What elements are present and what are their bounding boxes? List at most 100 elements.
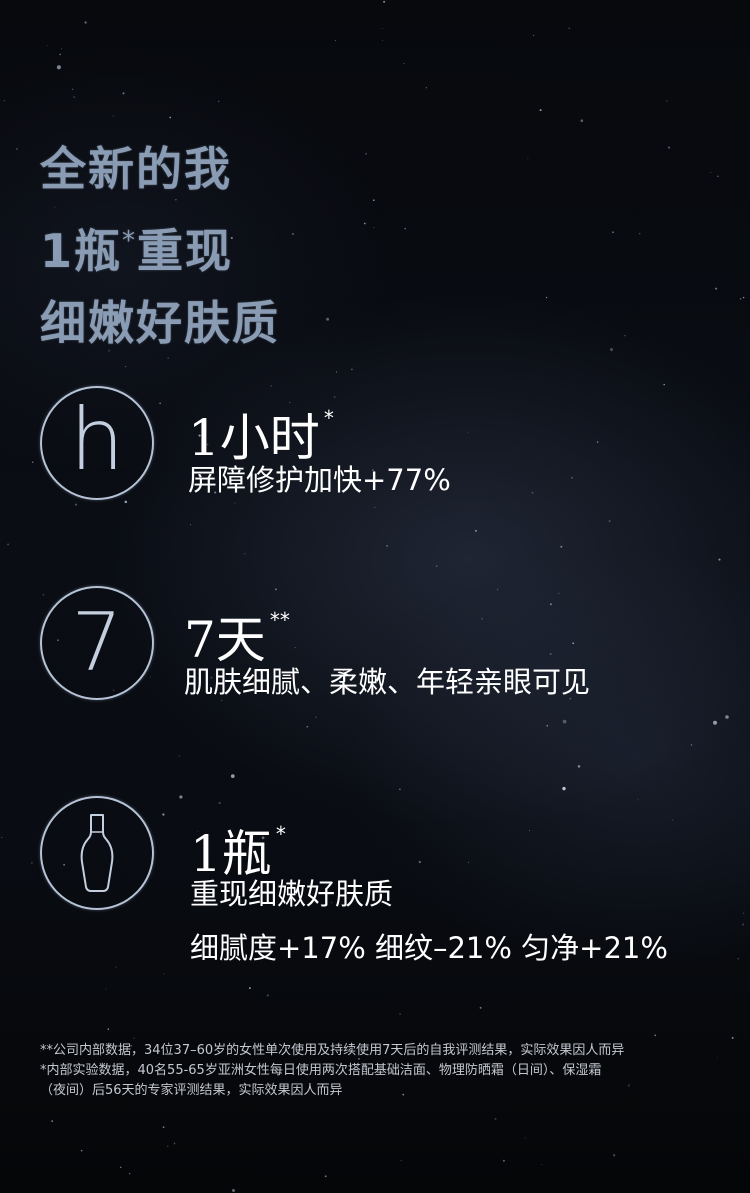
star-dot <box>133 1037 135 1039</box>
star-dot <box>107 1028 110 1030</box>
star-dot <box>275 588 277 591</box>
star-dot <box>639 233 641 235</box>
star-dot <box>162 1126 165 1129</box>
star-dot <box>386 545 388 547</box>
star-dot <box>115 966 117 968</box>
star-dot <box>742 296 745 299</box>
star-dot <box>159 402 161 405</box>
star-dot <box>162 813 165 816</box>
benefit-description: 屏障修护加快+77% <box>188 463 451 497</box>
star-dot <box>46 44 48 46</box>
star-dot <box>481 617 483 620</box>
star-dot <box>609 348 614 352</box>
star-dot <box>571 477 573 479</box>
star-dot <box>425 87 427 89</box>
star-dot <box>715 287 718 290</box>
star-dot <box>381 27 383 29</box>
star-dot <box>479 1006 482 1009</box>
benefit-value: 7天 ** <box>184 592 290 668</box>
benefit-asterisk: * <box>323 406 334 430</box>
star-dot <box>61 48 62 50</box>
star-dot <box>672 819 674 821</box>
star-dot <box>546 725 548 727</box>
star-dot <box>577 765 581 768</box>
footnotes: **公司内部数据，34位37–60岁的女性单次使用及持续使用7天后的自我评测结果… <box>40 1041 720 1101</box>
star-dot <box>73 96 76 98</box>
star-dot <box>163 973 165 975</box>
star-dot <box>725 715 729 719</box>
star-dot <box>496 588 499 591</box>
benefit-value: 1小时 * <box>188 390 334 466</box>
star-dot <box>326 317 330 321</box>
star-dot <box>173 1142 176 1145</box>
star-dot <box>562 719 567 724</box>
star-dot <box>120 1166 122 1169</box>
star-dot <box>663 383 665 386</box>
star-dot <box>31 862 33 864</box>
star-dot <box>612 231 614 234</box>
star-dot <box>59 53 61 56</box>
headline-line-3: 细嫩好肤质 <box>40 296 280 350</box>
star-dot <box>418 860 421 864</box>
star-dot <box>372 199 375 202</box>
star-dot <box>533 34 535 36</box>
star-dot <box>84 21 87 24</box>
h-letter-glyph: h <box>69 390 125 490</box>
star-dot <box>718 558 721 561</box>
star-dot <box>539 109 542 112</box>
star-dot <box>529 829 530 831</box>
benefit-asterisk: ** <box>269 608 290 632</box>
footnote-2: *内部实验数据，40名55-65岁亚洲女性每日使用两次搭配基础洁面、物理防晒霜（… <box>40 1063 602 1078</box>
star-dot <box>502 1159 505 1162</box>
star-dot <box>654 1034 656 1037</box>
star-dot <box>232 1189 235 1192</box>
star-dot <box>399 788 401 790</box>
star-dot <box>333 396 336 399</box>
headline-line-2-end: 重现 <box>137 224 234 278</box>
star-dot <box>467 432 469 434</box>
h-letter-icon: h <box>40 386 154 500</box>
star-dot <box>474 529 477 532</box>
star-dot <box>244 553 246 555</box>
star-dot <box>435 565 438 568</box>
star-dot <box>403 63 405 64</box>
serum-bottle-icon <box>40 796 154 910</box>
star-dot <box>400 1159 402 1162</box>
star-dot <box>315 716 317 718</box>
star-dot <box>335 371 337 373</box>
seven-numeral-icon: 7 <box>40 586 154 700</box>
star-dot <box>324 1175 327 1178</box>
star-dot <box>572 642 575 645</box>
star-dot <box>562 786 566 791</box>
star-dot <box>266 994 269 997</box>
star-dot <box>549 653 552 656</box>
star-dot <box>382 40 384 41</box>
benefit-value-text: 1瓶 <box>190 825 272 883</box>
footnote-1: **公司内部数据，34位37–60岁的女性单次使用及持续使用7天后的自我评测结果… <box>40 1043 625 1058</box>
star-dot <box>218 100 220 103</box>
star-dot <box>524 1137 526 1139</box>
star-dot <box>467 861 469 863</box>
serum-bottle-glyph <box>80 814 114 892</box>
footnote-3: （夜间）后56天的专家评测结果，实际效果因人而异 <box>40 1083 343 1098</box>
star-dot <box>568 27 570 30</box>
benefit-value-text: 1小时 <box>188 409 320 467</box>
star-dot <box>178 755 180 757</box>
star-dot <box>710 171 712 173</box>
star-dot <box>560 545 563 548</box>
star-dot <box>105 988 107 990</box>
star-dot <box>580 119 584 123</box>
star-dot <box>737 958 739 960</box>
star-dot <box>527 157 529 159</box>
star-dot <box>742 923 745 926</box>
star-dot <box>1 836 3 838</box>
star-dot <box>75 503 78 506</box>
star-dot <box>374 506 376 508</box>
star-dot <box>270 385 272 387</box>
star-dot <box>80 1149 83 1152</box>
star-dot <box>399 1013 401 1015</box>
star-dot <box>112 115 114 117</box>
star-dot <box>56 65 61 70</box>
benefit-description: 重现细嫩好肤质 <box>190 877 394 911</box>
star-dot <box>218 801 221 805</box>
